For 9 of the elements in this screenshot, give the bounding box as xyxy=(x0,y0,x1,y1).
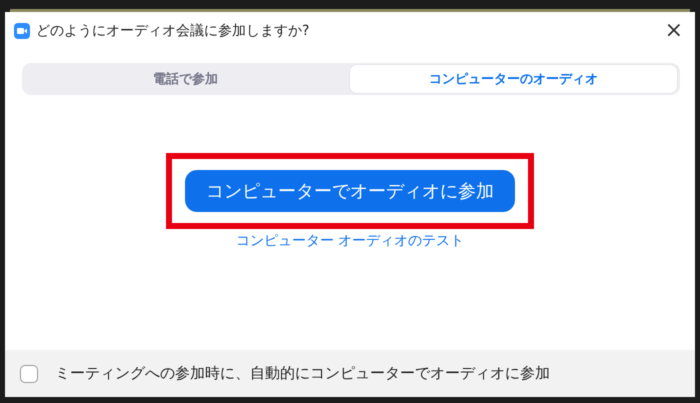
video-camera-icon xyxy=(14,23,30,39)
window-title: どのようにオーディオ会議に参加しますか? xyxy=(36,22,310,40)
tab[interactable]: 電話で参加 xyxy=(22,63,349,95)
test-audio-link[interactable]: コンピューター オーディオのテスト xyxy=(236,232,464,250)
tab[interactable]: コンピューターのオーディオ xyxy=(349,64,678,94)
checkbox-label: ミーティングへの参加時に、自動的にコンピューターでオーディオに参加 xyxy=(55,364,550,383)
join-audio-button[interactable]: コンピューターでオーディオに参加 xyxy=(185,170,515,212)
checkbox[interactable] xyxy=(20,364,38,382)
close-button[interactable]: × xyxy=(664,20,683,42)
